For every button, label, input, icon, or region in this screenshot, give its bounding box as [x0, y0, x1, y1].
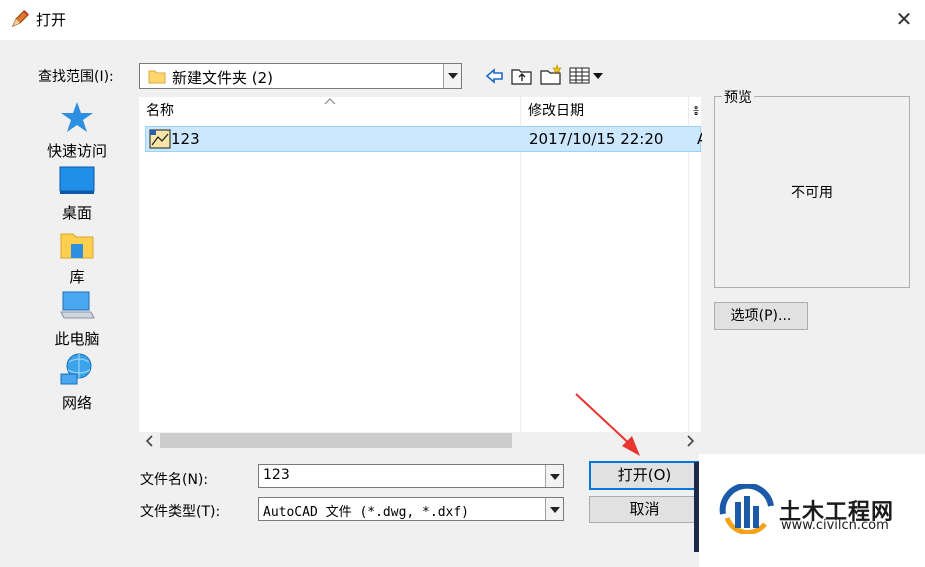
file-type-select[interactable]: AutoCAD 文件 (*.dwg, *.dxf)	[258, 497, 564, 521]
scroll-left-icon[interactable]	[145, 435, 155, 447]
sort-ascending-icon	[324, 98, 336, 105]
nav-quick-access-label: 快速访问	[46, 142, 107, 160]
nav-this-pc[interactable]: 此电脑	[37, 290, 117, 349]
column-header-modified[interactable]: 修改日期	[521, 97, 688, 125]
file-name-label: 文件名(N):	[140, 472, 209, 488]
chevron-down-icon[interactable]	[545, 498, 563, 520]
scroll-right-icon[interactable]	[685, 435, 695, 447]
computer-icon	[60, 291, 95, 319]
folder-icon	[148, 70, 166, 84]
desktop-icon	[59, 166, 95, 194]
view-menu-icon[interactable]	[569, 67, 605, 85]
file-type-value: AutoCAD 文件 (*.dwg, *.dxf)	[263, 505, 470, 520]
scrollbar-thumb[interactable]	[160, 433, 512, 448]
up-folder-icon[interactable]	[511, 66, 533, 86]
file-name-cell: 123	[171, 130, 200, 148]
nav-this-pc-label: 此电脑	[54, 330, 100, 348]
file-list[interactable]: 名称 修改日期 ៖ 123 2017/10/15 22:20 A	[139, 97, 702, 432]
file-name-value: 123	[263, 467, 290, 483]
library-icon	[60, 233, 94, 259]
look-in-value: 新建文件夹 (2)	[172, 69, 274, 87]
nav-network[interactable]: 网络	[37, 352, 117, 413]
cancel-button[interactable]: 取消	[589, 496, 700, 523]
chevron-down-icon[interactable]	[545, 465, 563, 487]
nav-network-label: 网络	[61, 394, 92, 412]
watermark: 土木工程网 www.civilcn.com	[699, 454, 925, 567]
watermark-url: www.civilcn.com	[781, 518, 889, 533]
close-icon[interactable]: ✕	[893, 8, 915, 30]
options-button[interactable]: 选项(P)...	[714, 302, 808, 330]
nav-library-label: 库	[69, 268, 85, 286]
preview-message: 不可用	[791, 185, 833, 201]
app-pencil-icon	[12, 10, 29, 27]
look-in-label: 查找范围(I):	[38, 69, 114, 85]
nav-quick-access[interactable]: 快速访问	[37, 100, 117, 161]
preview-legend: 预览	[722, 87, 754, 107]
file-name-input[interactable]: 123	[258, 464, 564, 488]
back-icon[interactable]	[485, 67, 505, 85]
new-folder-icon[interactable]	[540, 64, 564, 86]
file-modified-cell: 2017/10/15 22:20	[529, 130, 664, 148]
title-bar	[0, 0, 925, 40]
window-title: 打开	[36, 11, 67, 29]
network-icon	[60, 353, 92, 385]
file-type-label: 文件类型(T):	[140, 504, 221, 520]
look-in-dropdown[interactable]: 新建文件夹 (2)	[139, 63, 462, 89]
dwg-file-icon	[149, 129, 171, 149]
nav-desktop-label: 桌面	[61, 204, 92, 222]
annotation-arrow	[575, 393, 640, 456]
table-row[interactable]: 123 2017/10/15 22:20 A	[145, 126, 702, 152]
brand-logo-icon	[719, 484, 774, 534]
open-button[interactable]: 打开(O)	[589, 461, 700, 490]
file-extra-cell: A	[697, 127, 702, 151]
column-header-extra[interactable]: ៖	[689, 97, 701, 125]
star-icon	[61, 102, 93, 132]
nav-library[interactable]: 库	[37, 228, 117, 287]
chevron-down-icon[interactable]	[443, 64, 461, 88]
nav-desktop[interactable]: 桌面	[37, 166, 117, 223]
